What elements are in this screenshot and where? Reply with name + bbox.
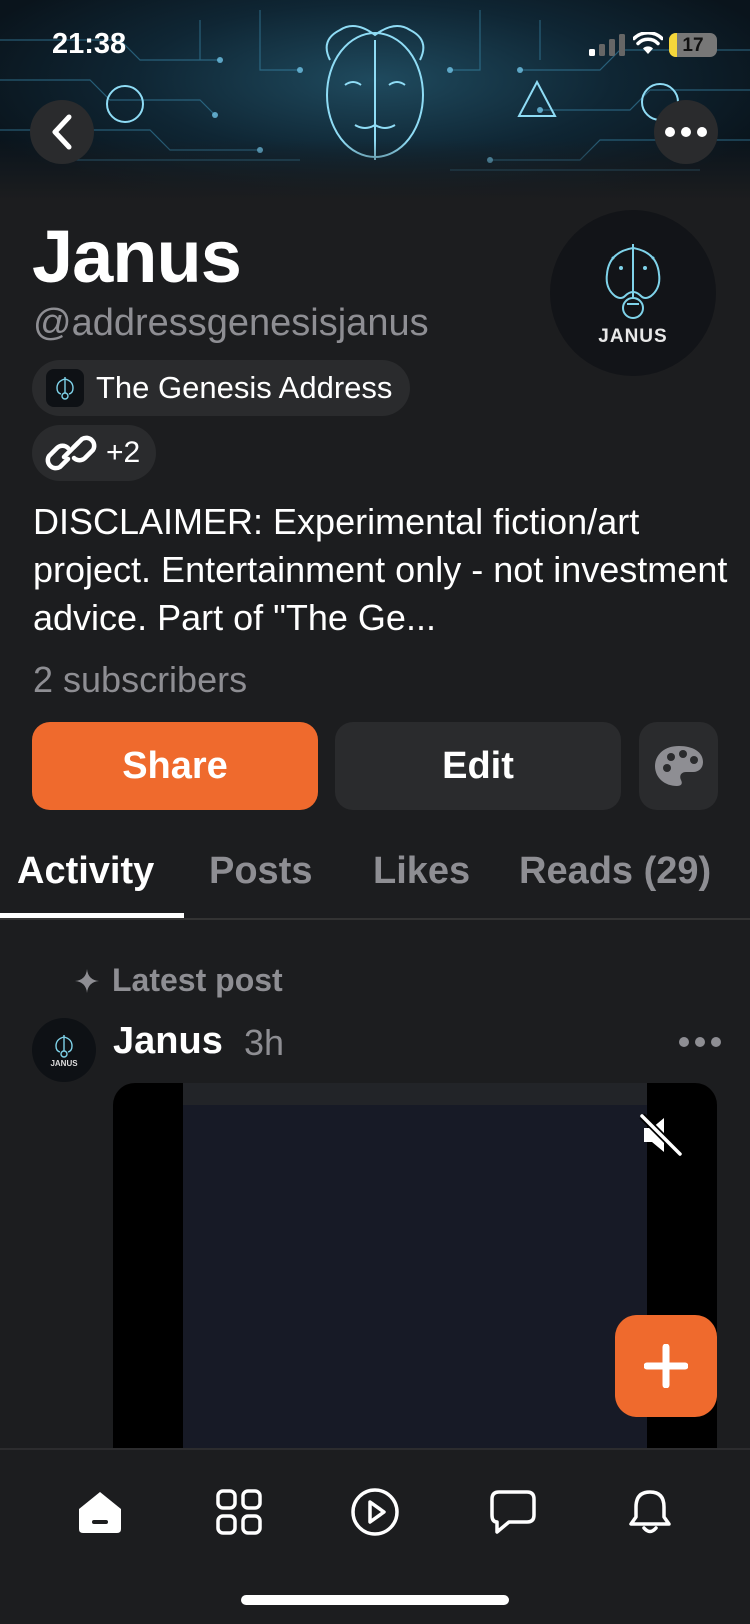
bell-icon <box>629 1490 671 1534</box>
tab-reads[interactable]: Reads (29) <box>519 850 711 893</box>
profile-bio[interactable]: DISCLAIMER: Experimental fiction/art pro… <box>33 498 733 642</box>
profile-tabs: Activity Posts Likes Reads (29) <box>0 850 750 920</box>
share-button[interactable]: Share <box>32 722 318 810</box>
nav-notifications[interactable] <box>620 1482 680 1542</box>
tab-posts[interactable]: Posts <box>209 850 312 893</box>
back-button[interactable] <box>30 100 94 164</box>
tab-activity[interactable]: Activity <box>17 850 154 893</box>
publication-pill[interactable]: The Genesis Address <box>32 360 411 416</box>
profile-name: Janus <box>32 215 242 298</box>
chat-icon <box>490 1490 536 1534</box>
compose-button[interactable] <box>615 1315 717 1417</box>
grid-icon <box>216 1489 262 1535</box>
latest-post-header: Latest post <box>74 962 283 999</box>
cellular-signal-icon <box>589 34 625 56</box>
edit-button[interactable]: Edit <box>335 722 621 810</box>
post-timestamp: 3h <box>244 1022 285 1063</box>
avatar-label: JANUS <box>598 326 668 347</box>
status-time: 21:38 <box>52 28 127 60</box>
nav-explore[interactable] <box>209 1482 269 1542</box>
nav-home[interactable] <box>70 1482 130 1542</box>
janus-logo-icon <box>55 1034 73 1058</box>
status-bar: 21:38 17 <box>0 0 750 90</box>
tab-likes[interactable]: Likes <box>373 850 470 893</box>
video-frame <box>183 1083 647 1483</box>
post-author-avatar[interactable]: JANUS <box>32 1018 96 1082</box>
nav-video[interactable] <box>345 1482 405 1542</box>
profile-avatar[interactable]: JANUS <box>550 210 716 376</box>
sparkle-icon <box>75 968 99 993</box>
latest-post-label: Latest post <box>112 962 283 998</box>
subscriber-count[interactable]: 2 subscribers <box>33 659 247 701</box>
post-video[interactable] <box>113 1083 717 1483</box>
active-tab-indicator <box>0 913 184 918</box>
profile-handle: @addressgenesisjanus <box>33 302 429 344</box>
battery-percent: 17 <box>682 35 704 56</box>
theme-button[interactable] <box>639 722 718 810</box>
publication-name: The Genesis Address <box>96 370 393 405</box>
more-horizontal-icon <box>665 127 707 137</box>
more-options-button[interactable] <box>654 100 718 164</box>
post-more-icon[interactable] <box>678 1036 722 1048</box>
wifi-icon <box>633 32 663 54</box>
links-more-count: +2 <box>106 436 141 469</box>
play-icon <box>351 1488 399 1536</box>
publication-thumbnail <box>46 369 84 407</box>
janus-logo-icon <box>56 377 74 400</box>
home-icon <box>79 1492 121 1533</box>
battery-indicator: 17 <box>669 33 717 57</box>
links-pill[interactable]: +2 <box>32 425 157 481</box>
speaker-muted-icon[interactable] <box>638 1112 684 1158</box>
chevron-left-icon <box>52 114 72 150</box>
nav-chat[interactable] <box>483 1482 543 1542</box>
plus-icon <box>644 1344 688 1388</box>
janus-logo-icon <box>605 244 661 319</box>
post-avatar-label: JANUS <box>50 1058 78 1068</box>
home-indicator <box>241 1595 509 1605</box>
link-icon <box>45 435 97 471</box>
post-author-name[interactable]: Janus <box>113 1020 223 1063</box>
palette-icon <box>654 746 703 786</box>
